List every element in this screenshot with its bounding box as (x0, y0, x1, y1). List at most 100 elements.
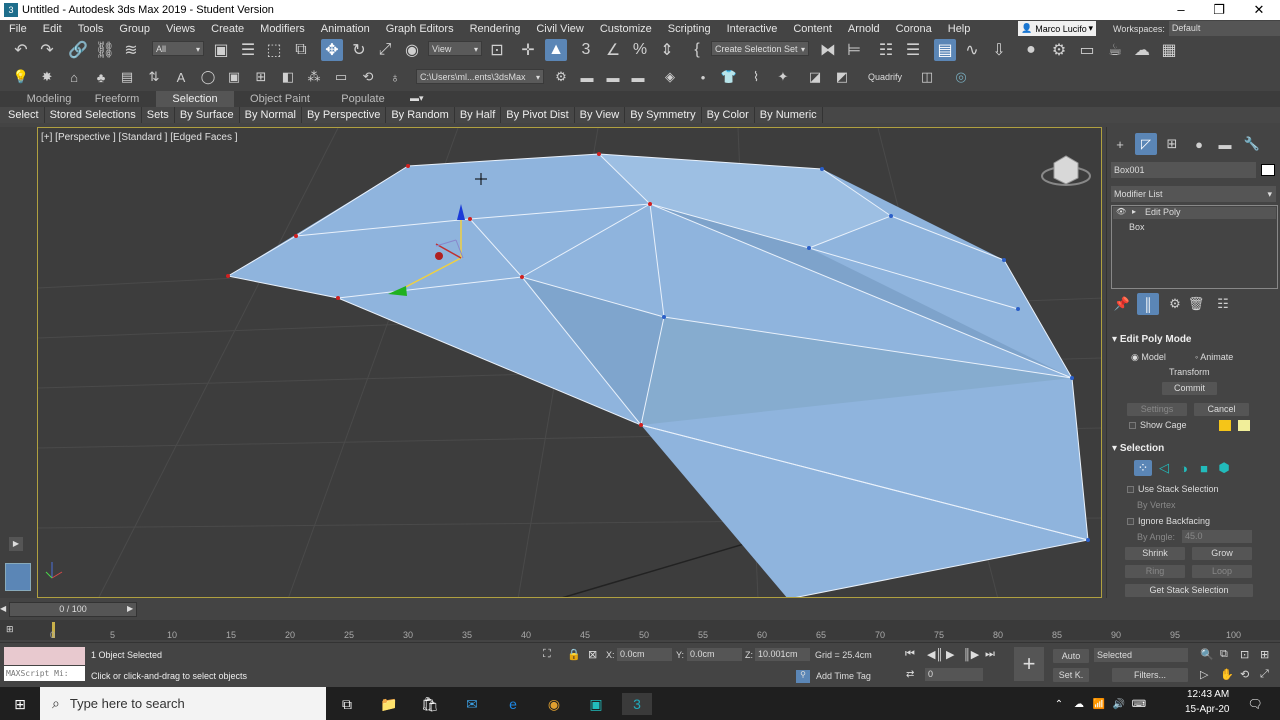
list-icon[interactable]: ▤ (116, 66, 138, 88)
model-radio[interactable]: ◉ Model (1131, 352, 1166, 363)
ribbon-by-view[interactable]: By View (575, 107, 626, 123)
remove-modifier-icon[interactable]: 🗑 (1185, 293, 1207, 315)
configure-sets-icon[interactable]: ☷ (1212, 293, 1234, 315)
angle-snap-icon[interactable]: ∠ (602, 39, 624, 61)
by-vertex-checkbox[interactable]: By Vertex (1137, 500, 1176, 510)
selection-filter-dropdown[interactable]: All (152, 41, 204, 57)
ignore-backfacing-checkbox[interactable]: Ignore Backfacing (1127, 516, 1210, 526)
pivot-center-icon[interactable]: ⊡ (486, 39, 508, 61)
workspace-dropdown[interactable]: Default (1168, 21, 1280, 36)
edit-poly-mode-header[interactable]: ▾ Edit Poly Mode (1112, 334, 1191, 345)
menu-rendering[interactable]: Rendering (461, 23, 528, 35)
rendered-frame-window-icon[interactable]: ▭ (1076, 39, 1098, 61)
tab-populate[interactable]: Populate (326, 91, 400, 107)
edge-icon[interactable]: e (502, 693, 524, 715)
ribbon-by-normal[interactable]: By Normal (240, 107, 302, 123)
clock-date[interactable]: 15-Apr-20 (1185, 704, 1229, 715)
selection-lock-icon[interactable]: 🔒 (567, 648, 581, 661)
toggle-ribbon-icon[interactable]: ▤ (934, 39, 956, 61)
percent-snap-icon[interactable]: % (629, 39, 651, 61)
rectangle-icon[interactable]: ▭ (330, 66, 352, 88)
tab-freeform[interactable]: Freeform (78, 91, 156, 107)
go-to-end-icon[interactable]: ⏭ (985, 648, 995, 661)
ribbon-by-pivot-dist[interactable]: By Pivot Dist (501, 107, 575, 123)
menu-modifiers[interactable]: Modifiers (251, 23, 312, 35)
key-mode-icon[interactable]: ⇄ (906, 669, 914, 680)
quadrify-button[interactable]: Quadrify (868, 72, 902, 82)
y-coordinate-field[interactable]: 0.0cm (687, 648, 742, 661)
menu-scripting[interactable]: Scripting (659, 23, 718, 35)
tray-overflow-icon[interactable]: ⌃ (1048, 693, 1070, 715)
keyboard-shortcut-override-icon[interactable]: ▲ (545, 39, 567, 61)
cage-selected-color-swatch[interactable] (1238, 420, 1250, 431)
modifier-list-dropdown[interactable]: Modifier List ▾ (1111, 186, 1276, 202)
select-and-move-icon[interactable]: ✥ (321, 39, 343, 61)
spinner-snap-icon[interactable]: ⇕ (656, 39, 678, 61)
manipulate-icon[interactable]: ✛ (517, 39, 539, 61)
grid-icon[interactable]: ⊞ (250, 66, 272, 88)
volume-icon[interactable]: 🔊 (1108, 693, 1130, 715)
tab-object-paint[interactable]: Object Paint (240, 91, 320, 107)
open-folder-icon[interactable]: ▬ (576, 66, 598, 88)
time-tag-icon[interactable]: ⚲ (796, 670, 810, 683)
menu-arnold[interactable]: Arnold (839, 23, 887, 35)
file-explorer-icon[interactable]: 📁 (378, 693, 400, 715)
menu-group[interactable]: Group (110, 23, 157, 35)
ribbon-by-symmetry[interactable]: By Symmetry (625, 107, 702, 123)
vertex-mode-icon[interactable]: ⁘ (1134, 460, 1152, 476)
display-tab-icon[interactable]: ▬ (1214, 133, 1236, 155)
tab-selection[interactable]: Selection (156, 91, 234, 107)
zoom-icon[interactable]: 🔍 (1200, 648, 1214, 661)
menu-help[interactable]: Help (939, 23, 978, 35)
menu-corona[interactable]: Corona (887, 23, 939, 35)
camera-icon[interactable]: ⌂ (63, 66, 85, 88)
menu-animation[interactable]: Animation (312, 23, 377, 35)
reference-coordinate-dropdown[interactable]: View (428, 41, 482, 57)
edge-mode-icon[interactable]: ◁ (1155, 460, 1173, 476)
slider-left-arrow-icon[interactable]: ◀ (0, 604, 6, 613)
onedrive-icon[interactable]: ☁ (1068, 693, 1090, 715)
pan-icon[interactable]: ✋ (1220, 668, 1234, 681)
hierarchy-tab-icon[interactable]: ⊞ (1161, 133, 1183, 155)
stack-item-box[interactable]: Box (1129, 222, 1145, 232)
light-icon[interactable]: 💡 (10, 66, 32, 88)
stack-item-edit-poly[interactable]: 👁 ▸ Edit Poly (1113, 207, 1276, 219)
motion-tab-icon[interactable]: ● (1188, 133, 1210, 155)
object-color-swatch[interactable] (1261, 164, 1275, 176)
menu-interactive[interactable]: Interactive (718, 23, 785, 35)
previous-frame-icon[interactable]: ◀║ (927, 648, 943, 661)
maxscript-mini-listener[interactable]: MAXScript Mi: (4, 666, 85, 681)
store-icon[interactable]: 🛍 (419, 693, 441, 715)
z-coordinate-field[interactable]: 10.001cm (755, 648, 810, 661)
render-in-cloud-icon[interactable]: ☁ (1131, 39, 1153, 61)
select-object-icon[interactable]: ▣ (210, 39, 232, 61)
show-end-result-icon[interactable]: ║ (1137, 293, 1159, 315)
window-crossing-icon[interactable]: ⧉ (290, 39, 312, 61)
select-and-rotate-icon[interactable]: ↻ (348, 39, 370, 61)
material-editor-icon[interactable]: ● (1020, 39, 1042, 61)
zoom-all-icon[interactable]: ⧉ (1220, 648, 1228, 661)
viewport-label[interactable]: [+] [Perspective ] [Standard ] [Edged Fa… (41, 132, 238, 143)
qr-icon[interactable]: ◎ (950, 66, 972, 88)
unlink-icon[interactable]: ⛓ (94, 39, 116, 61)
go-to-start-icon[interactable]: ⏮ (905, 648, 915, 661)
grow-button[interactable]: Grow (1192, 547, 1252, 560)
field-of-view-icon[interactable]: ▷ (1200, 668, 1208, 681)
zoom-extents-all-icon[interactable]: ⊞ (1260, 648, 1269, 661)
x-coordinate-field[interactable]: 0.0cm (617, 648, 672, 661)
maximize-viewport-icon[interactable]: ⤢ (1260, 668, 1269, 681)
sort-icon[interactable]: ⇅ (143, 66, 165, 88)
shrink-button[interactable]: Shrink (1125, 547, 1185, 560)
cancel-button[interactable]: Cancel (1194, 403, 1249, 416)
task-view-icon[interactable]: ⧉ (336, 693, 358, 715)
orbit-icon[interactable]: ⟲ (1240, 668, 1249, 681)
by-angle-spinner[interactable]: 45.0 (1182, 530, 1252, 543)
zoom-extents-icon[interactable]: ⊡ (1240, 648, 1249, 661)
container-icon[interactable]: ◈ (659, 66, 681, 88)
menu-tools[interactable]: Tools (69, 23, 111, 35)
cage-color-swatch[interactable] (1219, 420, 1231, 431)
edit-named-selection-icon[interactable]: { (686, 39, 708, 61)
a360-gallery-icon[interactable]: ▦ (1158, 39, 1180, 61)
settings-button[interactable]: Settings (1127, 403, 1187, 416)
element-mode-icon[interactable]: ⬢ (1215, 460, 1233, 476)
